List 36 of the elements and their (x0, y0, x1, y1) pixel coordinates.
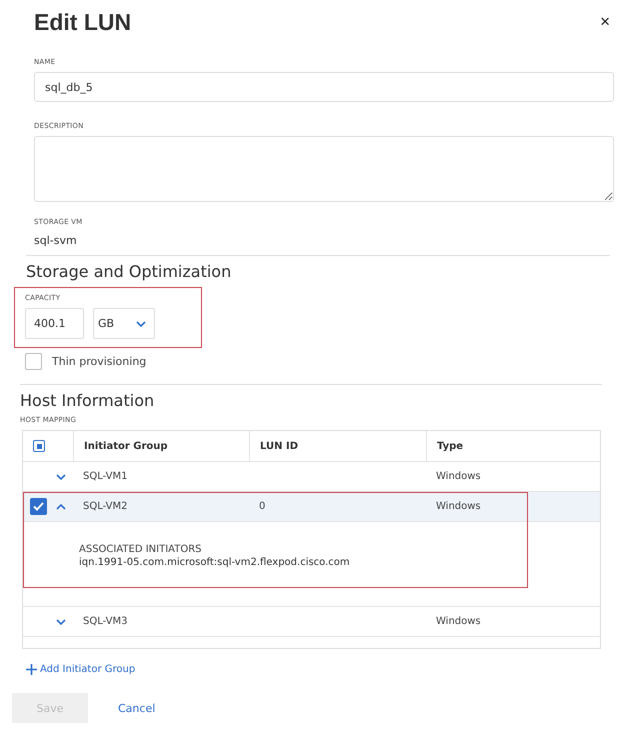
initiator-value: iqn.1991-05.com.microsoft:sql-vm2.flexpod.cisco.com (79, 557, 351, 568)
select-all-checkbox[interactable] (33, 440, 45, 452)
chevron-down-icon (56, 618, 66, 624)
table-cell-text: Windows (435, 501, 482, 512)
expand-toggle[interactable] (54, 474, 68, 480)
close-button[interactable]: × (596, 12, 614, 32)
checkbox[interactable] (25, 353, 42, 370)
description-input[interactable] (34, 136, 614, 202)
check-icon (33, 502, 44, 511)
expand-toggle[interactable] (54, 618, 68, 624)
chevron-up-icon (56, 504, 66, 510)
column-header: Initiator Group (73, 431, 249, 461)
table-cell-text: 0 (258, 501, 266, 512)
column-header: LUN ID (249, 431, 426, 461)
dialog-title: Edit LUN (34, 8, 132, 36)
checkbox-label: Thin provisioning (52, 355, 146, 368)
section-heading: Storage and Optimization (26, 262, 232, 281)
table-cell-text: SQL-VM2 (82, 501, 128, 512)
expand-toggle[interactable] (54, 504, 68, 510)
add-initiator-group-link[interactable]: Add Initiator Group (26, 664, 136, 675)
table-cell-text: SQL-VM3 (82, 616, 128, 627)
table-cell-text: SQL-VM1 (82, 471, 128, 482)
table-cell-text: Windows (435, 616, 482, 627)
column-header: Type (426, 431, 600, 461)
section-heading: Host Information (20, 391, 156, 410)
unit-dropdown[interactable]: GB (93, 308, 155, 339)
cancel-button[interactable]: Cancel (102, 696, 172, 720)
name-input[interactable]: sql_db_5 (34, 72, 614, 102)
capacity-input[interactable]: 400.1 (25, 308, 84, 339)
table-cell-text: Windows (435, 471, 482, 482)
chevron-down-icon (136, 320, 146, 326)
plus-icon (26, 664, 37, 675)
chevron-down-icon (56, 474, 66, 480)
row-checkbox[interactable] (30, 498, 47, 515)
storage-vm-value: sql-svm (34, 233, 78, 249)
detail-label: ASSOCIATED INITIATORS (79, 544, 202, 555)
